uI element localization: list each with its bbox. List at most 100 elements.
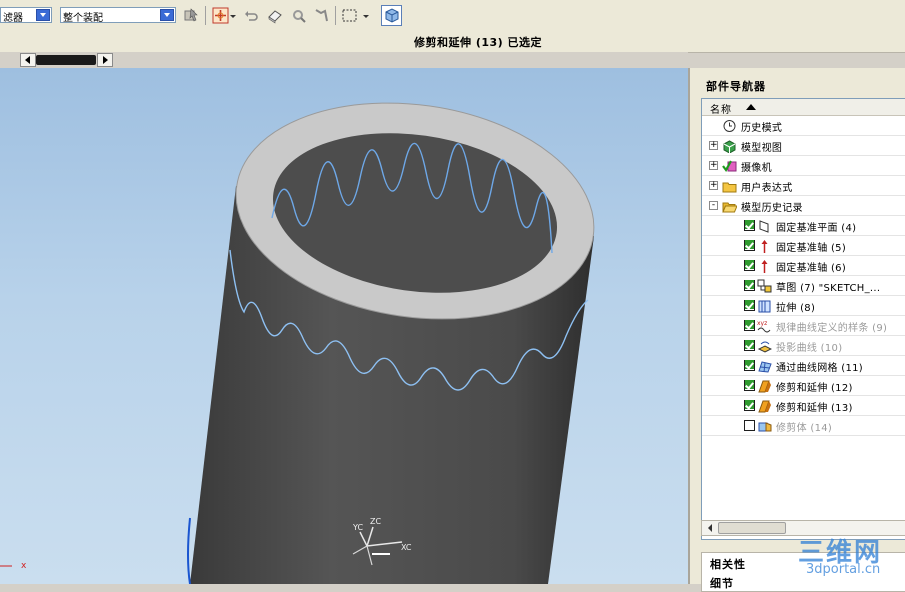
rectangle-select-icon[interactable] <box>341 7 358 24</box>
tree-row[interactable]: 修剪和延伸 (13) <box>702 396 905 416</box>
pick-gear-icon[interactable] <box>290 7 307 24</box>
graphics-viewport[interactable]: XC YC ZC x <box>0 68 688 584</box>
tree-row[interactable]: 固定基准轴 (6) <box>702 256 905 276</box>
tree-row[interactable]: xyz 规律曲线定义的样条 (9) <box>702 316 905 336</box>
row-divider <box>702 435 905 436</box>
feature-checkbox[interactable] <box>744 400 755 411</box>
tree-row-label: 固定基准平面 (4) <box>776 223 857 234</box>
view-scroll-strip <box>0 52 688 68</box>
feature-checkbox[interactable] <box>744 420 755 431</box>
tree-row[interactable]: 修剪和延伸 (12) <box>702 376 905 396</box>
feature-checkbox[interactable] <box>744 360 755 371</box>
expand-icon[interactable]: + <box>709 181 718 190</box>
feature-checkbox[interactable] <box>744 380 755 391</box>
chevron-down-icon[interactable] <box>362 7 370 24</box>
sketch-icon <box>757 279 772 293</box>
tree-row-label: 模型历史记录 <box>741 203 803 214</box>
axis-label-xc: XC <box>401 543 412 552</box>
tree-row[interactable]: 固定基准轴 (5) <box>702 236 905 256</box>
filter-combo[interactable]: 滤器 <box>0 7 52 24</box>
tree-row[interactable]: + 模型视图 <box>702 136 905 156</box>
expand-icon[interactable]: + <box>709 161 718 170</box>
tree-row[interactable]: 固定基准平面 (4) <box>702 216 905 236</box>
camera-icon <box>722 160 737 173</box>
toolbar-separator <box>205 6 206 25</box>
part-navigator-panel: 部件导航器 名称 历史模式 + 模型视图 + 摄像机 + 用户表达式 - 模型历史记录 固定基准平… <box>688 68 905 592</box>
datum-plane-icon <box>759 220 769 233</box>
chevron-left-icon[interactable] <box>703 521 717 535</box>
dependencies-title: 相关性 <box>710 558 746 571</box>
tree-row[interactable]: + 用户表达式 <box>702 176 905 196</box>
chevron-down-icon[interactable] <box>229 7 237 24</box>
pick-branch-icon[interactable] <box>313 7 330 24</box>
undo-icon[interactable] <box>243 7 260 24</box>
tree-row[interactable]: - 模型历史记录 <box>702 196 905 216</box>
tree-row-label: 固定基准轴 (6) <box>776 263 847 274</box>
feature-checkbox[interactable] <box>744 240 755 251</box>
tree-row[interactable]: 通过曲线网格 (11) <box>702 356 905 376</box>
feature-checkbox[interactable] <box>744 220 755 231</box>
cylinder-model[interactable]: XC YC ZC x <box>0 68 688 584</box>
status-bar: 修剪和延伸 (13) 已选定 <box>0 31 905 53</box>
column-header-label: 名称 <box>710 105 732 116</box>
feature-checkbox[interactable] <box>744 280 755 291</box>
tree-row-label: 规律曲线定义的样条 (9) <box>776 323 888 334</box>
feature-checkbox[interactable] <box>744 340 755 351</box>
chevron-down-icon[interactable] <box>160 9 174 21</box>
tree-row-label: 模型视图 <box>741 143 783 154</box>
shaded-cube-icon[interactable] <box>381 5 402 26</box>
tree-row[interactable]: 草图 (7) "SKETCH_... <box>702 276 905 296</box>
datum-axis-icon <box>761 260 768 273</box>
column-header-name[interactable]: 名称 <box>702 99 905 116</box>
navigator-tree: 名称 历史模式 + 模型视图 + 摄像机 + 用户表达式 - 模型历史记录固定基准平面 (4) 固… <box>701 98 905 540</box>
chevron-left-icon <box>25 56 30 64</box>
tree-row[interactable]: + 摄像机 <box>702 156 905 176</box>
chevron-down-icon[interactable] <box>36 9 50 21</box>
project-curve-icon <box>757 341 772 353</box>
tree-row[interactable]: 投影曲线 (10) <box>702 336 905 356</box>
axis-label-zc: ZC <box>370 517 381 526</box>
filter-combo-value: 滤器 <box>3 13 23 24</box>
folder-icon <box>722 182 737 193</box>
snap-point-icon[interactable] <box>212 7 229 24</box>
scroll-thumb[interactable] <box>718 522 786 534</box>
tree-row-label: 修剪和延伸 (12) <box>776 383 853 394</box>
details-title: 细节 <box>710 577 734 590</box>
feature-checkbox[interactable] <box>744 320 755 331</box>
datum-axis-icon <box>761 240 768 253</box>
trim-extend-icon <box>758 380 771 393</box>
watermark-url: 3dportal.cn <box>806 562 881 577</box>
tree-row[interactable]: 拉伸 (8) <box>702 296 905 316</box>
tree-row[interactable]: 历史模式 <box>702 116 905 136</box>
model-view-icon <box>723 140 736 153</box>
scope-combo[interactable]: 整个装配 <box>60 7 176 24</box>
tree-row-label: 草图 (7) "SKETCH_... <box>776 283 881 294</box>
eraser-icon[interactable] <box>266 7 283 24</box>
tree-row-label: 固定基准轴 (5) <box>776 243 847 254</box>
tree-row-label: 修剪体 (14) <box>776 423 833 434</box>
scroll-left-button[interactable] <box>20 53 36 67</box>
status-message: 修剪和延伸 (13) 已选定 <box>414 36 543 49</box>
select-assembly-icon[interactable] <box>183 7 200 24</box>
trim-body-icon <box>758 422 772 432</box>
svg-text:xyz: xyz <box>757 320 767 327</box>
expand-icon[interactable]: + <box>709 141 718 150</box>
tree-row[interactable]: 修剪体 (14) <box>702 416 905 436</box>
toolbar-separator <box>335 6 336 25</box>
origin-marker: x <box>21 561 27 571</box>
scroll-right-button[interactable] <box>97 53 113 67</box>
chevron-right-icon <box>103 56 108 64</box>
feature-checkbox[interactable] <box>744 300 755 311</box>
scroll-thumb[interactable] <box>36 55 96 65</box>
folder-open-icon <box>722 202 737 213</box>
feature-checkbox[interactable] <box>744 260 755 271</box>
collapse-icon[interactable]: - <box>709 201 718 210</box>
cylinder-edge <box>187 517 191 584</box>
main-toolbar: 滤器 整个装配 <box>0 0 905 32</box>
tree-row-label: 拉伸 (8) <box>776 303 816 314</box>
extrude-icon <box>758 300 771 313</box>
law-curve-icon: xyz <box>757 320 771 333</box>
axis-label-yc: YC <box>352 523 363 532</box>
curve-mesh-icon <box>758 361 772 373</box>
trim-extend-icon <box>758 400 771 413</box>
